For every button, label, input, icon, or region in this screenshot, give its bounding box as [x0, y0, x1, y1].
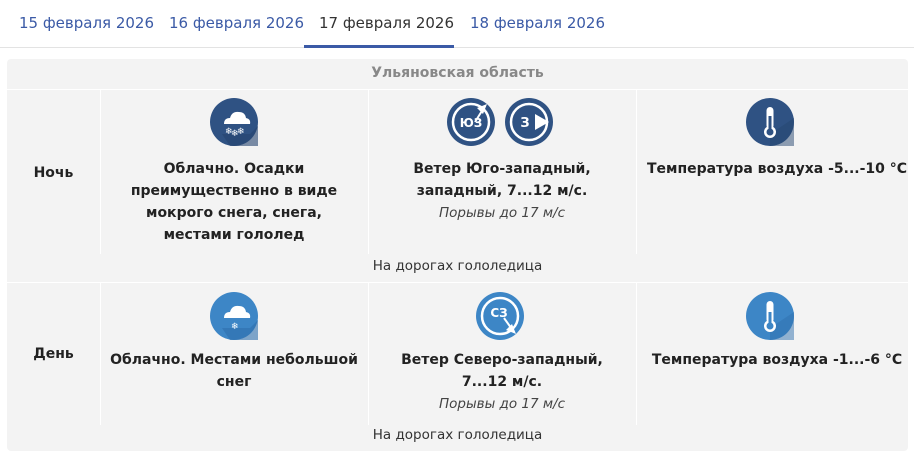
road-conditions-day: На дорогах гололедица [372, 427, 543, 443]
condition-day: Облачно. Местами небольшой снег [110, 352, 358, 390]
divider [636, 90, 637, 254]
gusts-text: Порывы до 17 м/с [438, 396, 566, 412]
wind-sw-icon: ЮЗ [447, 98, 495, 146]
divider [100, 90, 101, 254]
temperature-night: Температура воздуха -5...-10 °C [646, 161, 908, 177]
region-title: Ульяновская область [371, 65, 544, 81]
divider [368, 90, 369, 254]
cloud-snow-icon: ❄ [210, 292, 258, 340]
svg-text:З: З [520, 116, 529, 131]
tab-feb-16[interactable]: 16 февраля 2026 [169, 14, 304, 48]
divider [7, 89, 908, 90]
wind-w-icon: З [505, 98, 553, 146]
forecast-panel: Ульяновская область Ночь ❄ ❄ ❄ Облачно. … [7, 59, 908, 451]
cloud-snow-icon: ❄ ❄ ❄ [210, 98, 258, 146]
road-conditions-night: На дорогах гололедица [372, 258, 543, 274]
wind-nw-icon: СЗ [476, 292, 524, 340]
condition-night: Облачно. Осадки преимущественно в виде м… [130, 161, 338, 243]
divider [636, 283, 637, 425]
wind-text: Ветер Северо-западный, 7...12 м/с. [401, 352, 603, 390]
row-label-night: Ночь [33, 165, 74, 181]
date-tabs: 15 февраля 2026 16 февраля 2026 17 февра… [0, 0, 914, 48]
divider [100, 283, 101, 425]
svg-text:❄: ❄ [237, 127, 245, 137]
divider [368, 283, 369, 425]
thermometer-icon [746, 98, 794, 146]
svg-text:СЗ: СЗ [490, 306, 507, 320]
tab-feb-15[interactable]: 15 февраля 2026 [19, 14, 154, 48]
row-label-day: День [33, 346, 74, 362]
wind-day: Ветер Северо-западный, 7...12 м/с. Порыв… [378, 349, 626, 415]
gusts-text: Порывы до 17 м/с [438, 205, 566, 221]
wind-text: Ветер Юго-западный, западный, 7...12 м/с… [413, 161, 591, 199]
divider [7, 282, 908, 283]
tab-feb-18[interactable]: 18 февраля 2026 [470, 14, 605, 48]
tab-feb-17[interactable]: 17 февраля 2026 [304, 14, 454, 48]
wind-night: Ветер Юго-западный, западный, 7...12 м/с… [378, 158, 626, 224]
svg-text:ЮЗ: ЮЗ [460, 116, 483, 130]
thermometer-icon [746, 292, 794, 340]
svg-text:❄: ❄ [231, 322, 239, 332]
temperature-day: Температура воздуха -1...-6 °C [651, 352, 903, 368]
